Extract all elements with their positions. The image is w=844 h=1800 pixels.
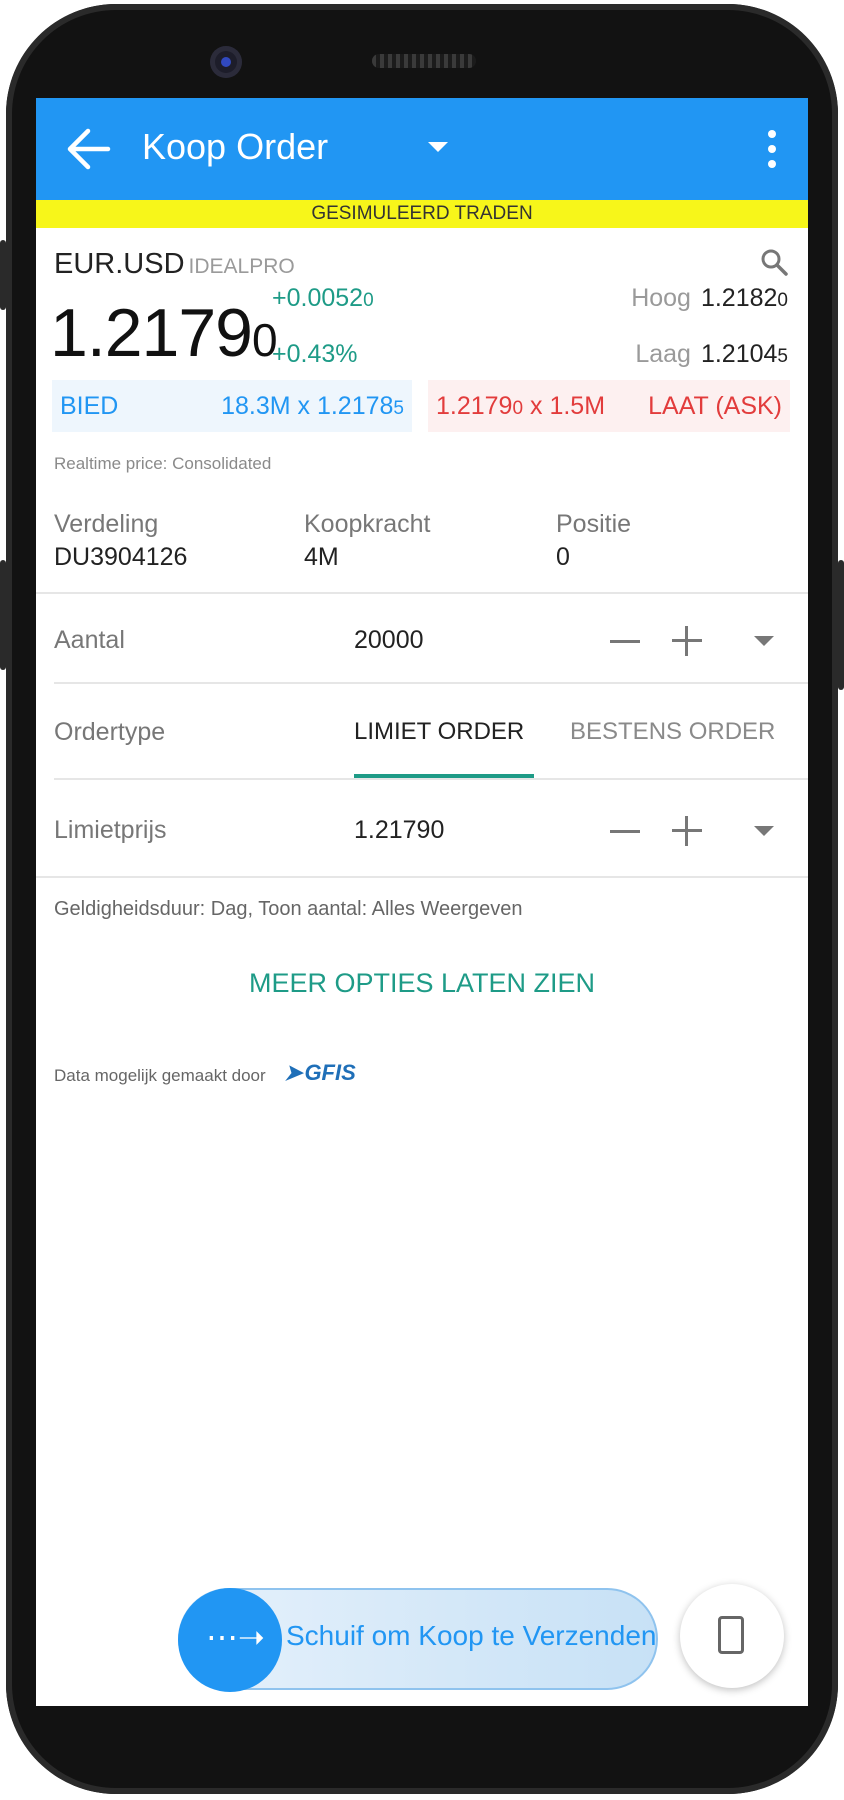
slider-handle[interactable]: ⋯➝ [178, 1588, 282, 1692]
slider-label: Schuif om Koop te Verzenden [286, 1620, 657, 1651]
side-button [0, 560, 6, 670]
bid-label: BIED [60, 392, 119, 420]
title-dropdown-icon[interactable] [428, 142, 448, 152]
validity-summary[interactable]: Geldigheidsduur: Dag, Toon aantal: Alles… [54, 898, 522, 921]
tab-limit-order[interactable]: LIMIET ORDER [354, 718, 524, 746]
low-price: Laag 1.21045 [635, 340, 788, 368]
account-allocation[interactable]: Verdeling DU3904126 [54, 510, 187, 572]
bid-value: 18.3M x 1.21785 [221, 392, 404, 420]
position: Positie 0 [556, 510, 632, 571]
quantity-input[interactable]: 20000 [354, 626, 424, 655]
app-bar: Koop Order [36, 98, 808, 200]
phone-frame: Koop Order GESIMULEERD TRADEN EUR.USD IDE… [0, 0, 844, 1800]
data-provider-text: Data mogelijk gemaakt door [54, 1066, 266, 1085]
quantity-label: Aantal [54, 626, 125, 654]
instrument-symbol[interactable]: EUR.USD IDEALPRO [54, 248, 295, 281]
more-options-button[interactable]: MEER OPTIES LATEN ZIEN [36, 968, 808, 999]
limit-price-minus-icon[interactable] [610, 830, 640, 833]
front-camera [210, 46, 242, 78]
realtime-price-note: Realtime price: Consolidated [54, 454, 272, 473]
limit-price-plus-icon[interactable] [672, 816, 702, 846]
search-icon[interactable] [760, 248, 788, 276]
dotted-arrow-icon: ⋯➝ [206, 1619, 265, 1655]
price-change-percent: +0.43% [272, 340, 358, 368]
ask-quote[interactable]: 1.21790 x 1.5M LAAT (ASK) [428, 380, 790, 432]
divider [36, 876, 808, 878]
ordertype-label: Ordertype [54, 718, 166, 746]
limit-price-label: Limietprijs [54, 816, 167, 844]
exchange-label: IDEALPRO [188, 255, 295, 278]
limit-price-dropdown-icon[interactable] [754, 826, 774, 836]
buying-power: Koopkracht 4M [304, 510, 431, 571]
bid-quote[interactable]: BIED 18.3M x 1.21785 [52, 380, 412, 432]
divider [54, 778, 808, 780]
calculator-icon [718, 1616, 744, 1654]
back-arrow-icon[interactable] [66, 128, 112, 170]
simulated-trading-banner: GESIMULEERD TRADEN [36, 200, 808, 228]
ask-label: LAAT (ASK) [648, 392, 782, 420]
quantity-plus-icon[interactable] [672, 626, 702, 656]
last-price: 1.21790 [50, 295, 278, 371]
divider [54, 682, 808, 684]
earpiece-speaker [372, 54, 476, 68]
divider [36, 592, 808, 594]
screen: Koop Order GESIMULEERD TRADEN EUR.USD IDE… [36, 98, 808, 1706]
quantity-minus-icon[interactable] [610, 640, 640, 643]
ask-value: 1.21790 x 1.5M [436, 392, 606, 420]
page-title[interactable]: Koop Order [142, 126, 328, 168]
calculator-button[interactable] [680, 1584, 784, 1688]
gfis-logo: ➤GFIS [284, 1060, 356, 1085]
limit-price-input[interactable]: 1.21790 [354, 816, 444, 845]
side-button [0, 240, 6, 310]
tab-market-order[interactable]: BESTENS ORDER [570, 718, 775, 746]
quantity-dropdown-icon[interactable] [754, 636, 774, 646]
side-button [838, 560, 844, 690]
gfis-arrow-icon: ➤ [284, 1060, 303, 1085]
high-price: Hoog 1.21820 [631, 284, 788, 312]
price-change: +0.00520 [272, 284, 374, 312]
more-options-icon[interactable] [766, 130, 778, 170]
